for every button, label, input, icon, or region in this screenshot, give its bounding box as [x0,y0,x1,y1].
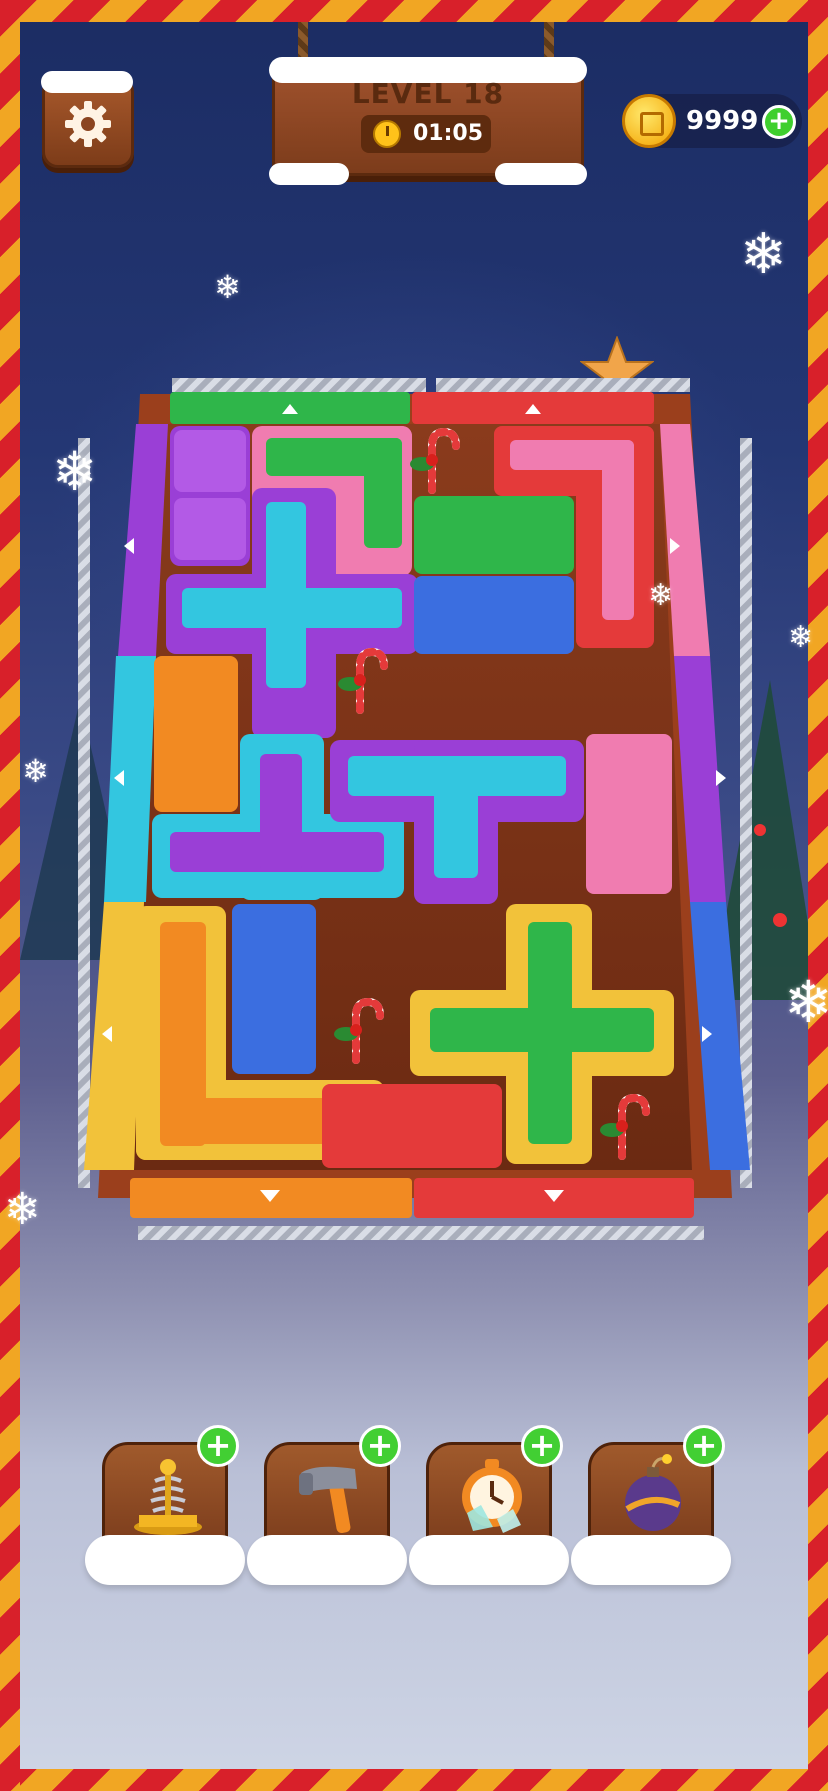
add-powerup-icon[interactable]: + [197,1425,239,1467]
gear-icon [65,101,111,147]
piece-blue-bar [414,576,574,654]
snow-base [409,1535,569,1585]
coin-counter: 9999 + [622,94,802,148]
timer-text: 01:05 [413,121,484,146]
candy-cane-icon [600,1093,650,1160]
add-powerup-icon[interactable]: + [359,1425,401,1467]
spring-icon [134,1459,202,1535]
exit-right-blue [690,902,750,1170]
snow-base [247,1535,407,1585]
snowflake-icon: ❄ [214,268,241,306]
border-stripe-top [0,0,828,22]
piece-blue-tall [232,904,316,1074]
snow-base [85,1535,245,1585]
piece-green-square [414,496,574,574]
level-title: LEVEL 18 [351,77,505,110]
add-powerup-icon[interactable]: + [521,1425,563,1467]
snowflake-icon: ❄ [784,968,828,1036]
powerup-bomb-button[interactable]: + [571,1425,731,1585]
powerup-hammer-button[interactable]: + [247,1425,407,1585]
piece-purple-top-left [170,426,250,566]
snowflake-icon: ❄ [648,578,674,613]
timer: 01:05 [361,115,491,153]
exit-left-cyan [104,656,156,902]
snowflake-icon: ❄ [788,620,814,655]
snow-base [571,1535,731,1585]
candy-cane-icon [338,647,388,714]
powerup-freeze-clock-button[interactable]: + [409,1425,569,1585]
snow-cap [41,71,133,93]
exit-left-yellow [84,902,144,1170]
snow-cap [269,163,349,185]
coin-amount: 9999 [686,106,759,136]
snowflake-icon: ❄ [52,440,98,503]
snowflake-icon: ❄ [740,222,787,287]
piece-pink-square [586,734,672,894]
border-stripe-right [808,0,828,1791]
exit-left-purple [118,424,168,656]
board-pieces [84,392,750,1218]
powerup-spring-button[interactable]: + [85,1425,245,1585]
game-scene: ❄ ❄ ❄ ❄ ❄ ❄ ❄ ❄ LEVEL 18 01:05 9999 + + … [0,0,828,1791]
level-sign: LEVEL 18 01:05 [269,57,587,185]
add-coins-button[interactable]: + [762,105,796,139]
puzzle-board [70,378,760,1240]
snow-cap [495,163,587,185]
clock-icon [373,120,401,148]
exit-right-pink [660,424,710,656]
bomb-icon [625,1454,681,1531]
settings-button[interactable] [41,71,134,168]
snowflake-icon: ❄ [22,752,49,790]
freeze-clock-icon [462,1459,522,1533]
snowflake-icon: ❄ [4,1184,41,1235]
candy-cane-icon [334,997,384,1064]
coin-icon [622,94,676,148]
piece-red-wide [322,1084,502,1168]
piece-orange-tall [154,656,238,812]
border-stripe-bottom [0,1769,828,1791]
hammer-icon [299,1466,357,1534]
border-stripe-left [0,0,20,1791]
candy-cane-icon [410,427,460,494]
add-powerup-icon[interactable]: + [683,1425,725,1467]
